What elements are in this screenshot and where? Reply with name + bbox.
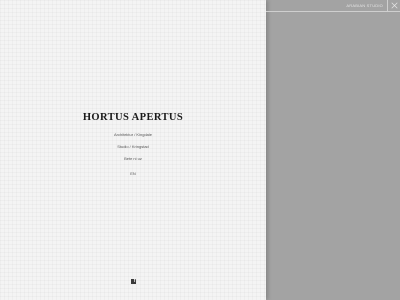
close-button[interactable] — [387, 0, 400, 11]
facebook-link[interactable]: f — [131, 279, 136, 284]
overlay-backdrop[interactable] — [266, 0, 400, 300]
nav-menu: Architektur / Kingdale Studio / Kringsta… — [0, 132, 266, 168]
nav-link-third[interactable]: Bete ni uz — [124, 156, 142, 161]
page: ARABIAN STUDIO HORTUS APERTUS Architektu… — [0, 0, 400, 300]
nav-item: Bete ni uz — [0, 156, 266, 161]
facebook-icon: f — [133, 279, 136, 284]
nav-item: Studio / Kringstad — [0, 144, 266, 149]
top-bar-link[interactable]: ARABIAN STUDIO — [346, 3, 383, 8]
top-bar: ARABIAN STUDIO — [266, 0, 400, 12]
nav-item: Architektur / Kingdale — [0, 132, 266, 137]
nav-link-studio[interactable]: Studio / Kringstad — [117, 144, 149, 149]
menu-content: HORTUS APERTUS Architektur / Kingdale St… — [0, 0, 266, 300]
close-icon — [390, 2, 398, 9]
language-switch[interactable]: EN — [0, 171, 266, 176]
site-title[interactable]: HORTUS APERTUS — [0, 112, 266, 123]
nav-link-architektur[interactable]: Architektur / Kingdale — [114, 132, 152, 137]
